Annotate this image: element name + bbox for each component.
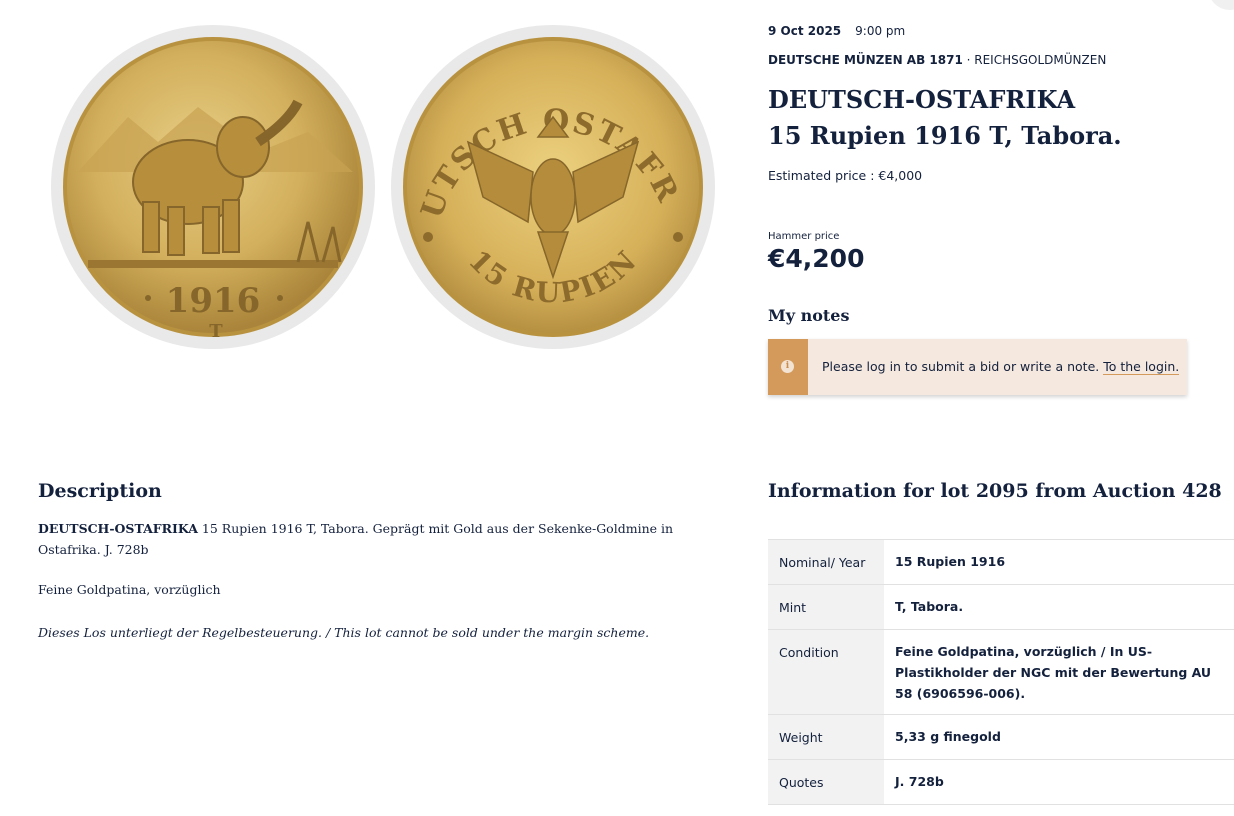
lot-title-line2: 15 Rupien 1916 T, Tabora. [768,121,1122,150]
row-key: Weight [768,714,884,760]
corner-decoration [1208,0,1234,10]
lot-information-table: Nominal/ Year 15 Rupien 1916 Mint T, Tab… [768,539,1234,805]
auction-time: 9:00 pm [855,24,906,38]
category-secondary: · REICHSGOLDMÜNZEN [962,53,1107,67]
login-notice: i Please log in to submit a bid or write… [768,339,1187,395]
table-row: Condition Feine Goldpatina, vorzüglich /… [768,629,1234,715]
my-notes-title: My notes [768,306,850,325]
info-icon: i [781,360,794,373]
row-value: Feine Goldpatina, vorzüglich / In US-Pla… [884,629,1234,715]
auction-date-value: 9 Oct 2025 [768,24,842,38]
auction-date: 9 Oct 2025 9:00 pm [768,24,905,38]
mint-mark: T [209,321,223,342]
description-title: Description [38,480,162,502]
row-key: Nominal/ Year [768,539,884,585]
description-lead-bold: DEUTSCH-OSTAFRIKA [38,521,198,536]
table-row: Weight 5,33 g finegold [768,714,1234,760]
coin-images: 1916 T DEUTSCH OSTAFRIKA 15 RUPIEN [40,22,730,362]
description-condition: Feine Goldpatina, vorzüglich [38,582,221,597]
hammer-price: €4,200 [768,244,865,273]
lot-title-line1: DEUTSCH-OSTAFRIKA [768,85,1076,114]
row-value: 15 Rupien 1916 [884,539,1234,585]
obverse-year: 1916 [166,281,261,321]
estimated-price: Estimated price : €4,000 [768,168,923,183]
row-value: J. 728b [884,759,1234,805]
row-value: 5,33 g finegold [884,714,1234,760]
table-row: Mint T, Tabora. [768,584,1234,630]
lot-information-title: Information for lot 2095 from Auction 42… [768,480,1222,502]
row-value: T, Tabora. [884,584,1234,630]
row-key: Quotes [768,759,884,805]
row-key: Condition [768,629,884,715]
notice-message: Please log in to submit a bid or write a… [822,359,1104,374]
coin-reverse-image[interactable]: DEUTSCH OSTAFRIKA 15 RUPIEN [388,22,718,352]
category-primary: DEUTSCHE MÜNZEN AB 1871 [768,53,963,67]
row-key: Mint [768,584,884,630]
lot-category[interactable]: DEUTSCHE MÜNZEN AB 1871 · REICHSGOLDMÜNZ… [768,53,1106,67]
lot-title: DEUTSCH-OSTAFRIKA 15 Rupien 1916 T, Tabo… [768,82,1122,154]
hammer-price-label: Hammer price [768,231,840,242]
notice-text: Please log in to submit a bid or write a… [822,359,1180,375]
table-row: Quotes J. 728b [768,759,1234,805]
description-tax-note: Dieses Los unterliegt der Regelbesteueru… [38,625,650,640]
description-lead: DEUTSCH-OSTAFRIKA 15 Rupien 1916 T, Tabo… [38,518,728,560]
table-row: Nominal/ Year 15 Rupien 1916 [768,539,1234,585]
coin-obverse-image[interactable]: 1916 T [48,22,378,352]
login-link[interactable]: To the login. [1103,359,1180,375]
